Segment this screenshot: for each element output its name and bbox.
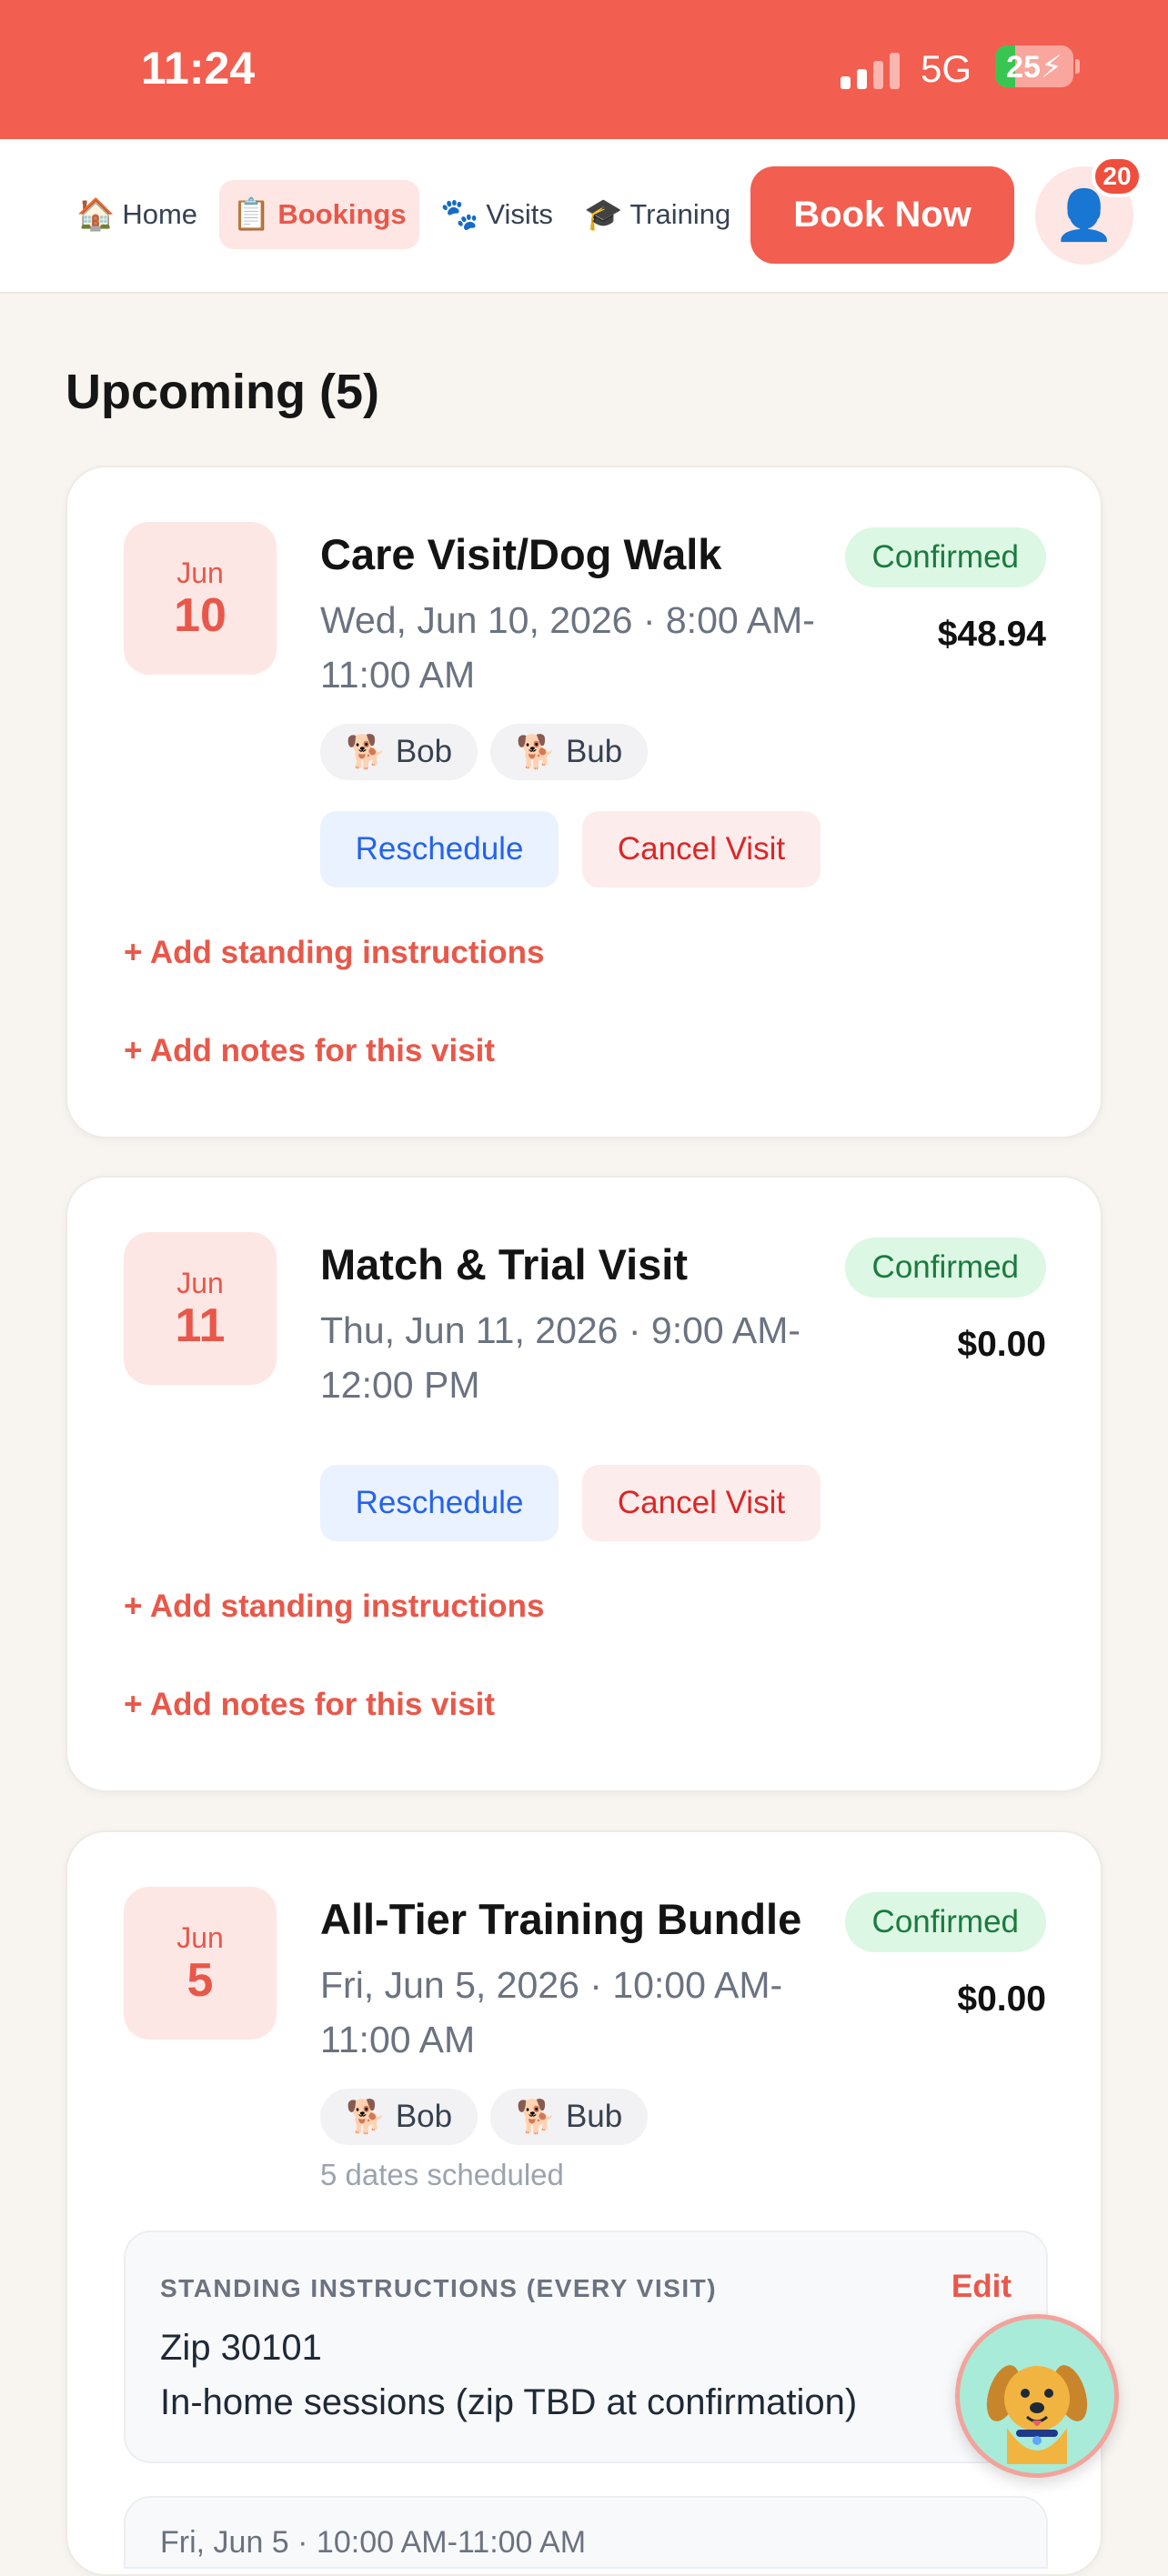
add-standing-instructions-link[interactable]: + Add standing instructions — [124, 1589, 544, 1625]
nav-item-label: Home — [122, 198, 198, 230]
booking-card: Jun 11 Match & Trial Visit Thu, Jun 11, … — [65, 1176, 1103, 1792]
paw-icon: 🐾 — [440, 197, 479, 232]
pet-name: Bub — [565, 734, 623, 769]
nav-item-label: Training — [629, 198, 731, 230]
pet-name: Bob — [395, 734, 453, 769]
status-badge: Confirmed — [844, 527, 1046, 587]
status-time: 11:24 — [141, 43, 256, 94]
pet-chip: 🐕 Bob — [320, 724, 478, 780]
pet-chip: 🐕 Bub — [490, 724, 649, 780]
booking-price: $0.00 — [957, 1325, 1046, 1364]
pet-name: Bub — [565, 2099, 623, 2134]
booking-time-line: Thu, Jun 11, 2026 · 9:00 AM- — [320, 1309, 800, 1351]
signal-icon — [841, 53, 901, 89]
date-month: Jun — [176, 1267, 224, 1299]
booking-title: All-Tier Training Bundle — [320, 1895, 802, 1943]
status-badge: Confirmed — [844, 1892, 1046, 1952]
booking-actions: Reschedule Cancel Visit — [320, 811, 821, 887]
graduation-cap-icon: 🎓 — [584, 197, 623, 232]
dates-scheduled-count: 5 dates scheduled — [320, 2158, 564, 2191]
booking-actions: Reschedule Cancel Visit — [320, 1465, 821, 1541]
booking-time: Thu, Jun 11, 2026 · 9:00 AM- 12:00 PM — [320, 1303, 848, 1412]
add-visit-notes-link[interactable]: + Add notes for this visit — [124, 1687, 495, 1723]
date-month: Jun — [176, 556, 224, 589]
booking-time-line: Fri, Jun 5, 2026 · 10:00 AM- — [320, 1964, 783, 2006]
date-month: Jun — [176, 1921, 224, 1954]
book-now-button[interactable]: Book Now — [750, 166, 1014, 264]
booking-price: $48.94 — [937, 615, 1046, 654]
dog-icon: 🐕 — [346, 2098, 387, 2135]
edit-instructions-button[interactable]: Edit — [952, 2269, 1012, 2305]
date-day: 11 — [175, 1299, 226, 1352]
date-badge: Jun 11 — [124, 1232, 277, 1385]
booking-time-line: 11:00 AM — [320, 2019, 476, 2060]
instruction-line: In-home sessions (zip TBD at confirmatio… — [160, 2382, 858, 2422]
booking-card: Jun 5 All-Tier Training Bundle Fri, Jun … — [65, 1830, 1103, 2576]
pet-chip: 🐕 Bob — [320, 2089, 478, 2145]
pet-list: 🐕 Bob 🐕 Bub — [320, 2089, 649, 2145]
nav-item-visits[interactable]: 🐾 Visits — [428, 180, 566, 249]
nav-item-bookings[interactable]: 📋 Bookings — [219, 180, 419, 249]
date-day: 5 — [186, 1954, 214, 2007]
nav-item-training[interactable]: 🎓 Training — [571, 180, 743, 249]
add-standing-instructions-link[interactable]: + Add standing instructions — [124, 935, 544, 971]
dog-mascot-chat-button[interactable] — [955, 2314, 1119, 2478]
cancel-visit-button[interactable]: Cancel Visit — [582, 811, 821, 887]
cancel-visit-button[interactable]: Cancel Visit — [582, 1465, 821, 1541]
date-day: 10 — [174, 589, 227, 642]
booking-title: Match & Trial Visit — [320, 1240, 688, 1288]
dog-icon: 🐕 — [516, 2098, 557, 2135]
status-badge: Confirmed — [844, 1238, 1046, 1298]
pet-list: 🐕 Bob 🐕 Bub — [320, 724, 649, 780]
standing-instructions-heading: STANDING INSTRUCTIONS (EVERY VISIT) — [160, 2274, 718, 2302]
section-title: Upcoming (5) — [65, 365, 379, 419]
booking-title: Care Visit/Dog Walk — [320, 530, 722, 578]
battery-icon: 25⚡︎ — [995, 45, 1073, 87]
pet-name: Bob — [395, 2099, 453, 2134]
booking-price: $0.00 — [957, 1980, 1046, 2019]
session-row[interactable]: Fri, Jun 5 · 10:00 AM-11:00 AM — [124, 2496, 1048, 2569]
nav-item-label: Visits — [486, 198, 553, 230]
reschedule-button[interactable]: Reschedule — [320, 1465, 559, 1541]
session-time: Fri, Jun 5 · 10:00 AM-11:00 AM — [160, 2525, 587, 2560]
date-badge: Jun 10 — [124, 522, 277, 675]
notification-badge: 20 — [1092, 155, 1143, 197]
add-visit-notes-link[interactable]: + Add notes for this visit — [124, 1033, 495, 1069]
pet-chip: 🐕 Bub — [490, 2089, 649, 2145]
network-label: 5G — [921, 47, 972, 90]
dog-face-icon — [986, 2365, 1088, 2464]
nav-item-label: Bookings — [277, 198, 407, 230]
standing-instructions-box: STANDING INSTRUCTIONS (EVERY VISIT) Edit… — [124, 2230, 1048, 2463]
date-badge: Jun 5 — [124, 1887, 277, 2040]
top-nav: 🏠 Home 📋 Bookings 🐾 Visits 🎓 Training Bo… — [0, 139, 1168, 294]
status-bar: 11:24 5G 25⚡︎ — [0, 0, 1168, 139]
booking-time-line: Wed, Jun 10, 2026 · 8:00 AM- — [320, 599, 815, 641]
dog-icon: 🐕 — [346, 733, 387, 770]
booking-time: Wed, Jun 10, 2026 · 8:00 AM- 11:00 AM — [320, 593, 848, 702]
dog-icon: 🐕 — [516, 733, 557, 770]
booking-time-line: 12:00 PM — [320, 1364, 480, 1406]
reschedule-button[interactable]: Reschedule — [320, 811, 559, 887]
battery-level: 25 — [1006, 50, 1041, 85]
house-icon: 🏠 — [76, 197, 116, 232]
instruction-line: Zip 30101 — [160, 2328, 322, 2368]
booking-time-line: 11:00 AM — [320, 654, 476, 696]
clipboard-icon: 📋 — [232, 197, 271, 232]
nav-item-home[interactable]: 🏠 Home — [64, 180, 210, 249]
booking-card: Jun 10 Care Visit/Dog Walk Wed, Jun 10, … — [65, 466, 1103, 1138]
booking-time: Fri, Jun 5, 2026 · 10:00 AM- 11:00 AM — [320, 1958, 848, 2067]
